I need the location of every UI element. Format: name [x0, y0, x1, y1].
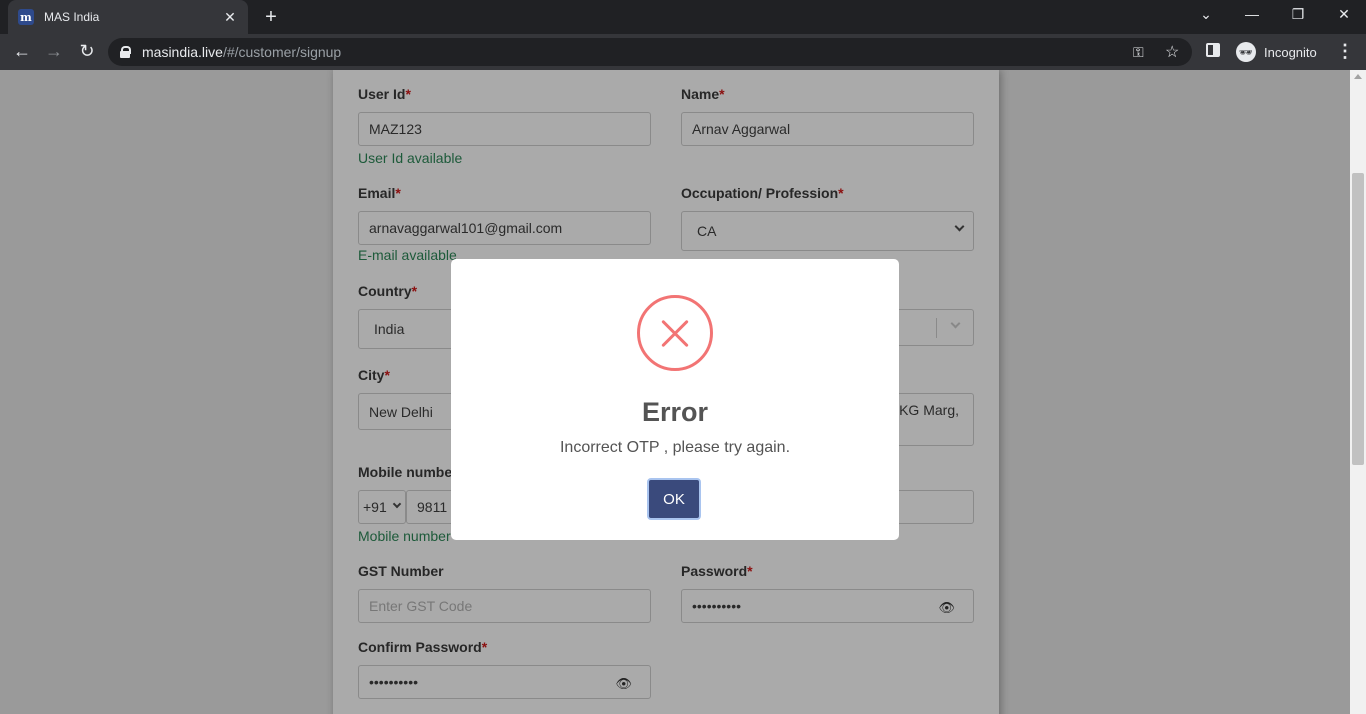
incognito-profile-button[interactable]: 🕶 Incognito [1232, 39, 1325, 65]
browser-toolbar: ← → ↻ masindia.live/#/customer/signup ⚿ … [0, 34, 1366, 70]
dialog-title: Error [641, 397, 709, 427]
browser-menu-icon[interactable]: ⋮ [1336, 41, 1354, 62]
address-bar[interactable]: masindia.live/#/customer/signup ⚿ ☆ [108, 38, 1192, 66]
profile-label: Incognito [1264, 44, 1317, 60]
forward-arrow-icon[interactable]: → [43, 41, 65, 62]
restore-icon[interactable]: ❐ [1288, 6, 1308, 23]
dialog-message: Incorrect OTP , please try again. [559, 439, 791, 456]
lock-icon [120, 46, 131, 58]
browser-tab[interactable]: m MAS India ✕ [8, 0, 248, 34]
incognito-icon: 🕶 [1236, 42, 1256, 62]
tab-title: MAS India [44, 10, 100, 24]
new-tab-button[interactable]: + [260, 6, 282, 29]
error-x-icon [637, 295, 713, 371]
ok-button[interactable]: OK [647, 478, 701, 520]
back-arrow-icon[interactable]: ← [11, 41, 33, 62]
url-path: /#/customer/signup [222, 44, 342, 60]
url-host: masindia.live [142, 44, 223, 60]
window-close-icon[interactable]: ✕ [1334, 6, 1354, 23]
page-viewport: User Id* MAZ123 User Id available Name* … [0, 70, 1350, 714]
tab-search-icon[interactable]: ⌄ [1196, 6, 1216, 23]
tab-bar: m MAS India ✕ + ⌄ — ❐ ✕ [0, 0, 1366, 34]
side-panel-icon[interactable] [1206, 43, 1220, 57]
bookmark-star-icon[interactable]: ☆ [1165, 42, 1179, 62]
tab-close-icon[interactable]: ✕ [222, 9, 238, 26]
page-scrollbar[interactable] [1350, 70, 1366, 714]
error-dialog: Error Incorrect OTP , please try again. … [451, 259, 899, 540]
key-icon[interactable]: ⚿ [1133, 44, 1144, 61]
site-favicon-icon: m [18, 9, 34, 25]
scrollbar-thumb[interactable] [1352, 173, 1364, 465]
scroll-up-arrow-icon[interactable] [1354, 74, 1362, 79]
minimize-icon[interactable]: — [1242, 6, 1262, 22]
reload-icon[interactable]: ↻ [76, 41, 98, 62]
